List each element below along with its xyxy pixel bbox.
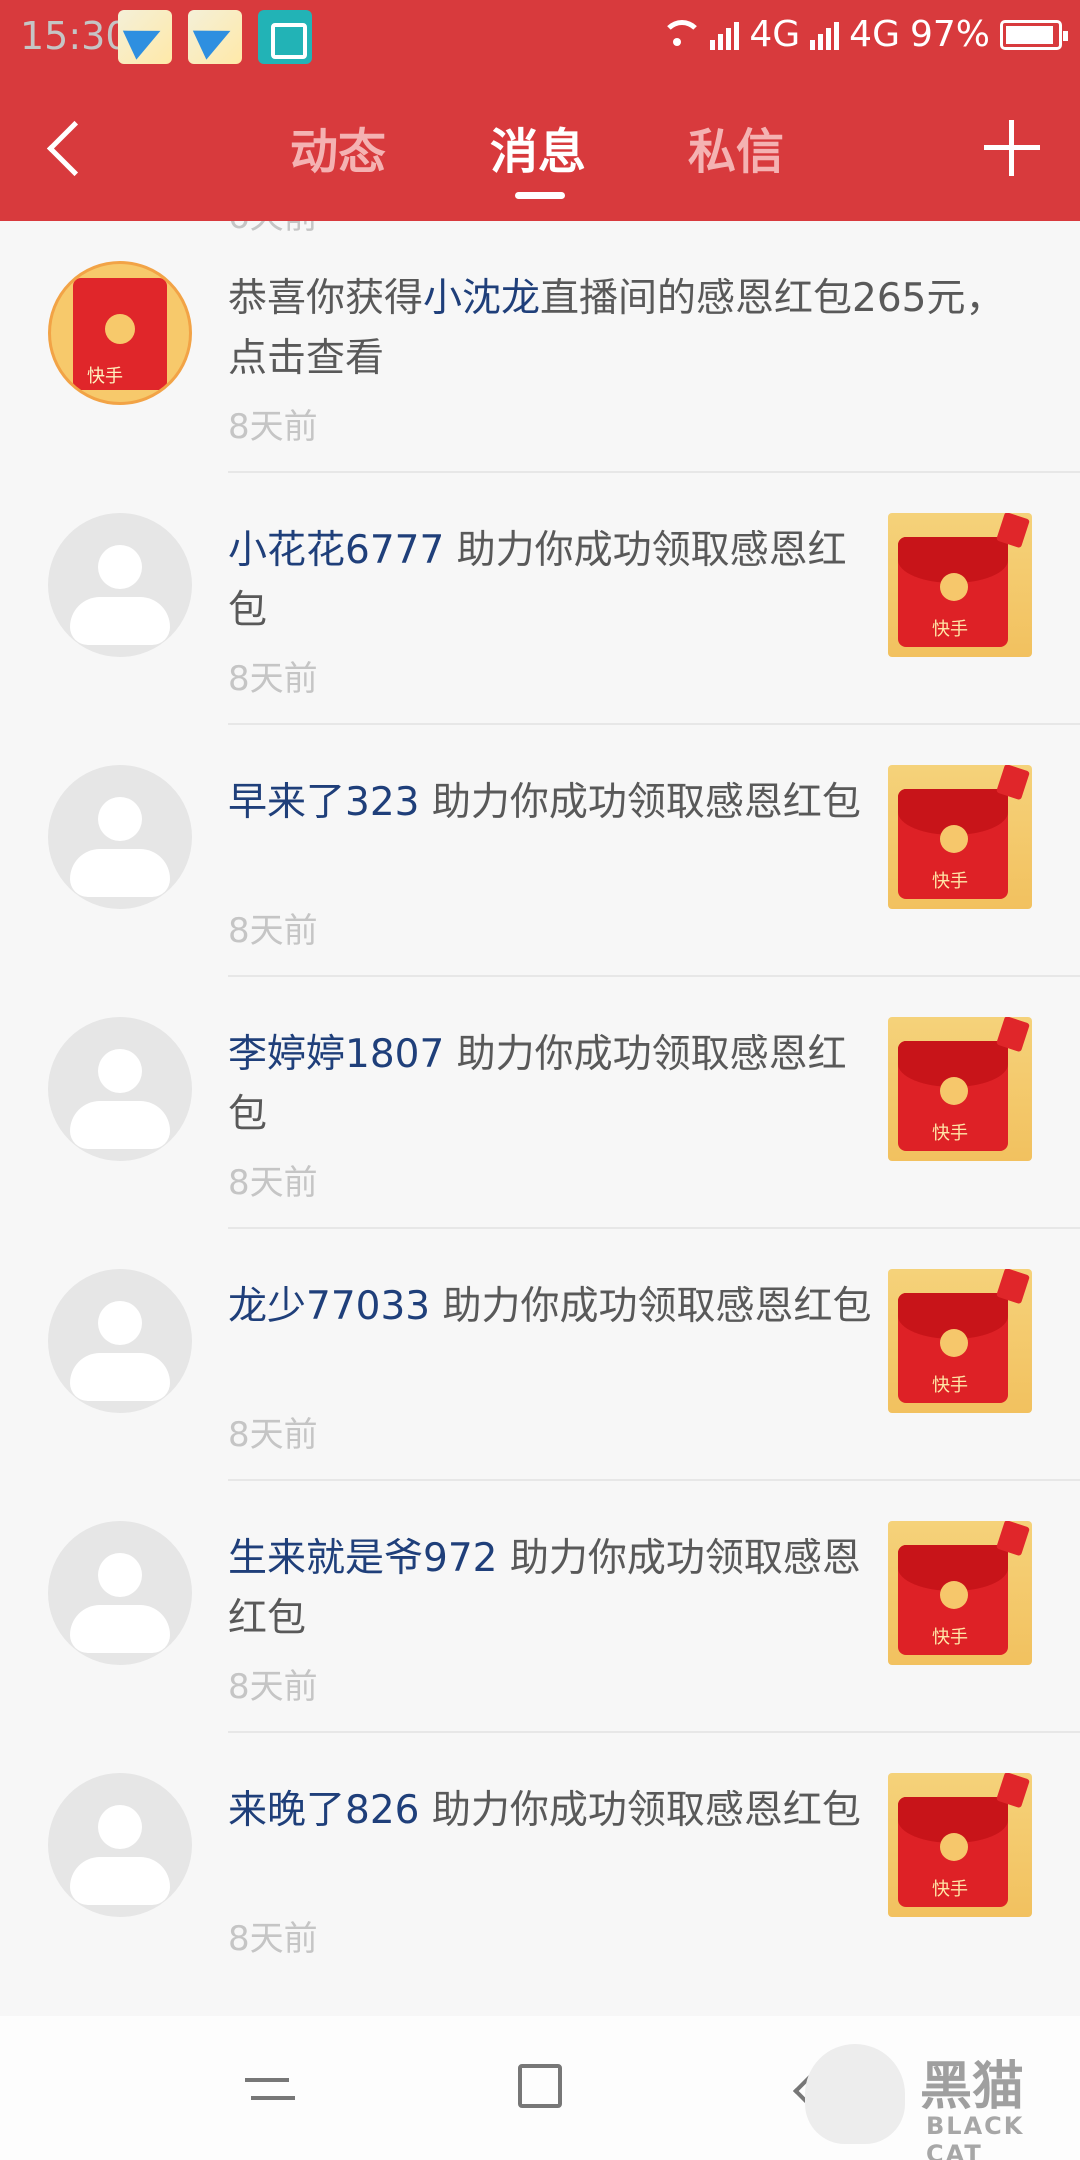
- top-navbar: 动态 消息 私信: [0, 76, 1080, 221]
- timestamp: 8天前: [228, 1667, 318, 1707]
- brand-label: 快手: [932, 619, 968, 640]
- wifi-icon: [658, 19, 704, 50]
- add-plus-icon[interactable]: [984, 120, 1040, 176]
- battery-icon: [1000, 19, 1068, 50]
- status-time: 15:30: [20, 14, 130, 58]
- default-avatar[interactable]: [48, 1521, 192, 1665]
- nickname-link[interactable]: 来晚了826: [228, 1788, 419, 1833]
- list-item[interactable]: 生来就是爷972 助力你成功领取感恩红包 8天前 快手: [0, 1481, 1080, 1733]
- back-arrow-icon[interactable]: [45, 121, 89, 175]
- brand-label: 快手: [932, 1879, 968, 1900]
- status-right: 4G 4G 97%: [658, 14, 1068, 55]
- red-packet-thumbnail[interactable]: 快手: [888, 1017, 1032, 1161]
- paper-plane-app-icon: [188, 10, 242, 64]
- default-avatar[interactable]: [48, 765, 192, 909]
- watermark-subtitle: BLACK CAT: [926, 2112, 1025, 2160]
- status-bar: 15:30 4G 4G 97%: [0, 0, 1080, 76]
- paper-plane-app-icon: [118, 10, 172, 64]
- list-item[interactable]: 快手 恭喜你获得小沈龙直播间的感恩红包265元，点击查看 8天前: [0, 221, 1080, 473]
- battery-percent: 97%: [909, 14, 990, 55]
- black-cat-logo-icon: [805, 2044, 905, 2144]
- brand-label: 快手: [87, 366, 123, 387]
- watermark-title: 黑猫: [920, 2057, 1025, 2117]
- default-avatar[interactable]: [48, 513, 192, 657]
- red-packet-thumbnail[interactable]: 快手: [888, 1269, 1032, 1413]
- signal-icon: [810, 20, 840, 50]
- red-packet-thumbnail[interactable]: 快手: [888, 765, 1032, 909]
- nickname-link[interactable]: 小沈龙: [423, 276, 540, 321]
- network-type-2: 4G: [849, 14, 900, 55]
- network-type-1: 4G: [749, 14, 801, 55]
- active-tab-indicator: [515, 192, 565, 199]
- brand-label: 快手: [932, 1627, 968, 1648]
- message-text[interactable]: 小花花6777 助力你成功领取感恩红包: [228, 521, 878, 641]
- timestamp: 8天前: [228, 407, 318, 447]
- list-item[interactable]: 李婷婷1807 助力你成功领取感恩红包 8天前 快手: [0, 977, 1080, 1229]
- list-item[interactable]: 早来了323 助力你成功领取感恩红包 8天前 快手: [0, 725, 1080, 977]
- tab-dongtai[interactable]: 动态: [290, 112, 386, 182]
- red-packet-thumbnail[interactable]: 快手: [888, 1521, 1032, 1665]
- red-packet-avatar[interactable]: 快手: [48, 261, 192, 405]
- nickname-link[interactable]: 李婷婷1807: [228, 1032, 444, 1077]
- message-text[interactable]: 早来了323 助力你成功领取感恩红包: [228, 773, 878, 833]
- nickname-link[interactable]: 小花花6777: [228, 528, 444, 573]
- timestamp: 8天前: [228, 1919, 318, 1959]
- timestamp: 8天前: [228, 911, 318, 951]
- red-packet-thumbnail[interactable]: 快手: [888, 1773, 1032, 1917]
- recent-apps-icon[interactable]: [245, 2064, 295, 2114]
- home-square-icon[interactable]: [518, 2064, 562, 2108]
- tab-xiaoxi[interactable]: 消息: [490, 112, 586, 182]
- timestamp: 8天前: [228, 659, 318, 699]
- scan-app-icon: [258, 10, 312, 64]
- default-avatar[interactable]: [48, 1773, 192, 1917]
- nickname-link[interactable]: 生来就是爷972: [228, 1536, 497, 1581]
- signal-icon: [710, 20, 740, 50]
- brand-label: 快手: [932, 871, 968, 892]
- message-text[interactable]: 来晚了826 助力你成功领取感恩红包: [228, 1781, 878, 1841]
- red-packet-thumbnail[interactable]: 快手: [888, 513, 1032, 657]
- brand-label: 快手: [932, 1123, 968, 1144]
- default-avatar[interactable]: [48, 1017, 192, 1161]
- message-text[interactable]: 恭喜你获得小沈龙直播间的感恩红包265元，点击查看: [228, 269, 1008, 389]
- message-text[interactable]: 李婷婷1807 助力你成功领取感恩红包: [228, 1025, 878, 1145]
- brand-label: 快手: [932, 1375, 968, 1396]
- message-text[interactable]: 生来就是爷972 助力你成功领取感恩红包: [228, 1529, 878, 1649]
- nickname-link[interactable]: 龙少77033: [228, 1284, 430, 1329]
- tab-sixin[interactable]: 私信: [688, 112, 784, 182]
- message-list[interactable]: 6天前 快手 恭喜你获得小沈龙直播间的感恩红包265元，点击查看 8天前 小花花…: [0, 221, 1080, 2016]
- system-nav-bar: [0, 2016, 1080, 2160]
- list-item[interactable]: 来晚了826 助力你成功领取感恩红包 8天前 快手: [0, 1733, 1080, 1985]
- list-item[interactable]: 龙少77033 助力你成功领取感恩红包 8天前 快手: [0, 1229, 1080, 1481]
- nickname-link[interactable]: 早来了323: [228, 780, 419, 825]
- timestamp: 8天前: [228, 1415, 318, 1455]
- default-avatar[interactable]: [48, 1269, 192, 1413]
- message-text[interactable]: 龙少77033 助力你成功领取感恩红包: [228, 1277, 878, 1337]
- timestamp: 8天前: [228, 1163, 318, 1203]
- list-item[interactable]: 小花花6777 助力你成功领取感恩红包 8天前 快手: [0, 473, 1080, 725]
